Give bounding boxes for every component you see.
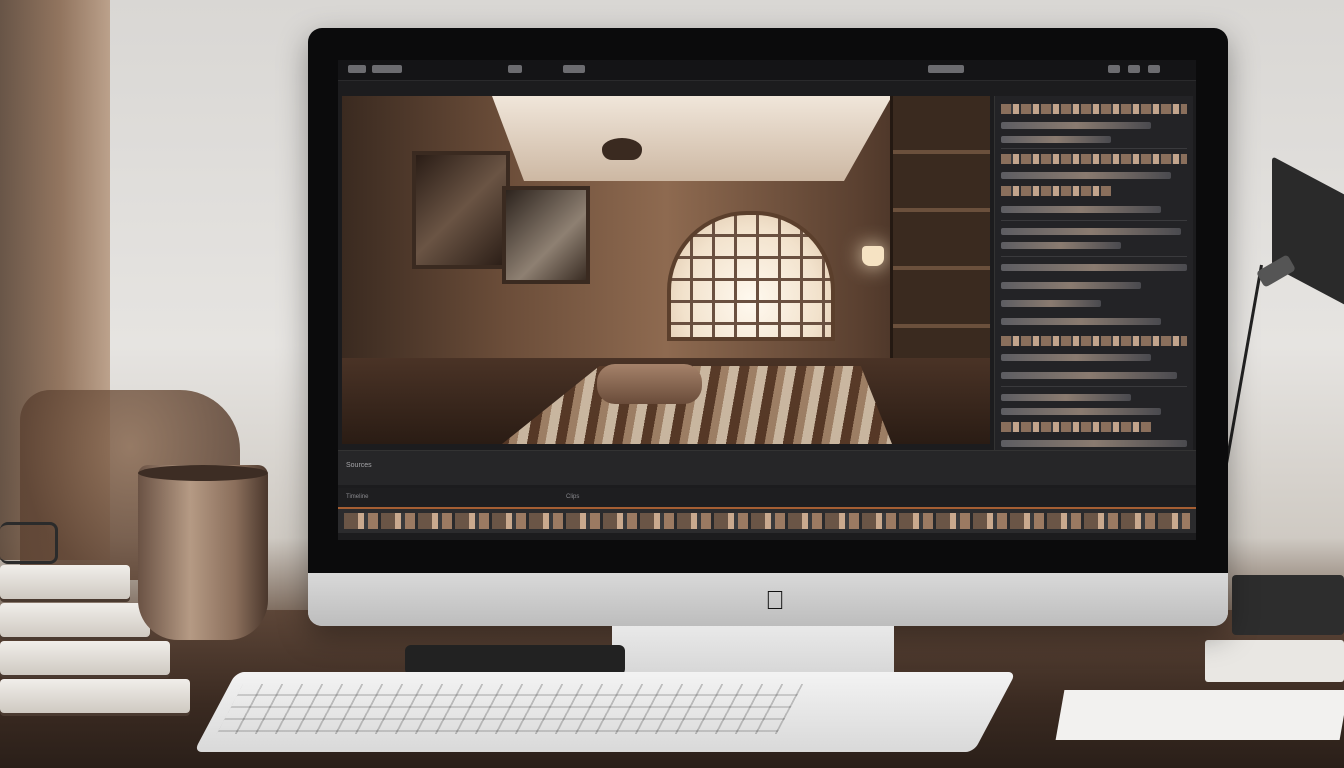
thumbnail-strip[interactable] [1001, 186, 1111, 196]
thumbnail-strip[interactable] [1001, 336, 1187, 346]
timeline-label[interactable]: Timeline [346, 494, 368, 500]
apple-logo-icon:  [763, 587, 787, 613]
thumbnail-strip[interactable] [1001, 104, 1187, 114]
panel-row[interactable] [1001, 122, 1151, 129]
panel-row[interactable] [1001, 242, 1121, 249]
panel-row[interactable] [1001, 172, 1171, 179]
book [0, 603, 150, 637]
painting [502, 186, 590, 284]
painting [412, 151, 510, 269]
menu-item[interactable] [1128, 65, 1140, 73]
panel-row[interactable] [1001, 228, 1181, 235]
menu-item[interactable] [508, 65, 522, 73]
ceiling [492, 96, 892, 181]
inspector-panel [994, 96, 1193, 464]
panel-row[interactable] [1001, 440, 1187, 447]
browser-label: Sources [346, 462, 372, 469]
book [0, 565, 130, 599]
imac-chin:  [308, 573, 1228, 626]
book [0, 679, 190, 713]
app-menubar [338, 60, 1196, 81]
eyeglasses [0, 522, 58, 564]
thumbnail-strip[interactable] [1001, 422, 1151, 432]
panel-row[interactable] [1001, 408, 1161, 415]
editing-app-screen: Sources Timeline Clips [338, 60, 1196, 540]
book [0, 641, 170, 675]
floor-lamp [862, 246, 884, 266]
menu-item[interactable] [563, 65, 585, 73]
papers-stack [1055, 690, 1344, 740]
panel-row[interactable] [1001, 354, 1151, 361]
menu-item[interactable] [348, 65, 366, 73]
divider [1001, 256, 1187, 257]
panel-row[interactable] [1001, 394, 1131, 401]
panel-row[interactable] [1001, 136, 1111, 143]
panel-row[interactable] [1001, 372, 1177, 379]
panel-row[interactable] [1001, 300, 1101, 307]
panel-row[interactable] [1001, 206, 1161, 213]
panel-row[interactable] [1001, 264, 1187, 271]
menu-item[interactable] [372, 65, 402, 73]
clips-label[interactable]: Clips [566, 494, 579, 500]
smartphone [405, 645, 625, 675]
divider [1001, 148, 1187, 149]
ottoman [597, 364, 702, 404]
filmstrip-timeline[interactable] [338, 509, 1196, 533]
desk-lamp-head [1272, 156, 1344, 314]
panel-row[interactable] [1001, 318, 1161, 325]
panel-row[interactable] [1001, 282, 1141, 289]
browser-bar: Sources [338, 450, 1196, 485]
menu-item[interactable] [1108, 65, 1120, 73]
chandelier [602, 138, 642, 160]
divider [1001, 220, 1187, 221]
timeline-header: Timeline Clips [338, 488, 1196, 508]
menu-item[interactable] [1148, 65, 1160, 73]
divider [1001, 386, 1187, 387]
mug-rim [138, 465, 268, 481]
ceramic-mug [138, 465, 268, 640]
image-viewer[interactable] [342, 96, 990, 444]
keyboard-keys [216, 684, 804, 734]
lamp-joint [1255, 254, 1297, 288]
paper-sheet [1205, 640, 1344, 682]
thumbnail-strip[interactable] [1001, 154, 1187, 164]
filmstrip-frames[interactable] [344, 513, 1190, 529]
desk-device [1232, 575, 1344, 635]
menu-item[interactable] [928, 65, 964, 73]
